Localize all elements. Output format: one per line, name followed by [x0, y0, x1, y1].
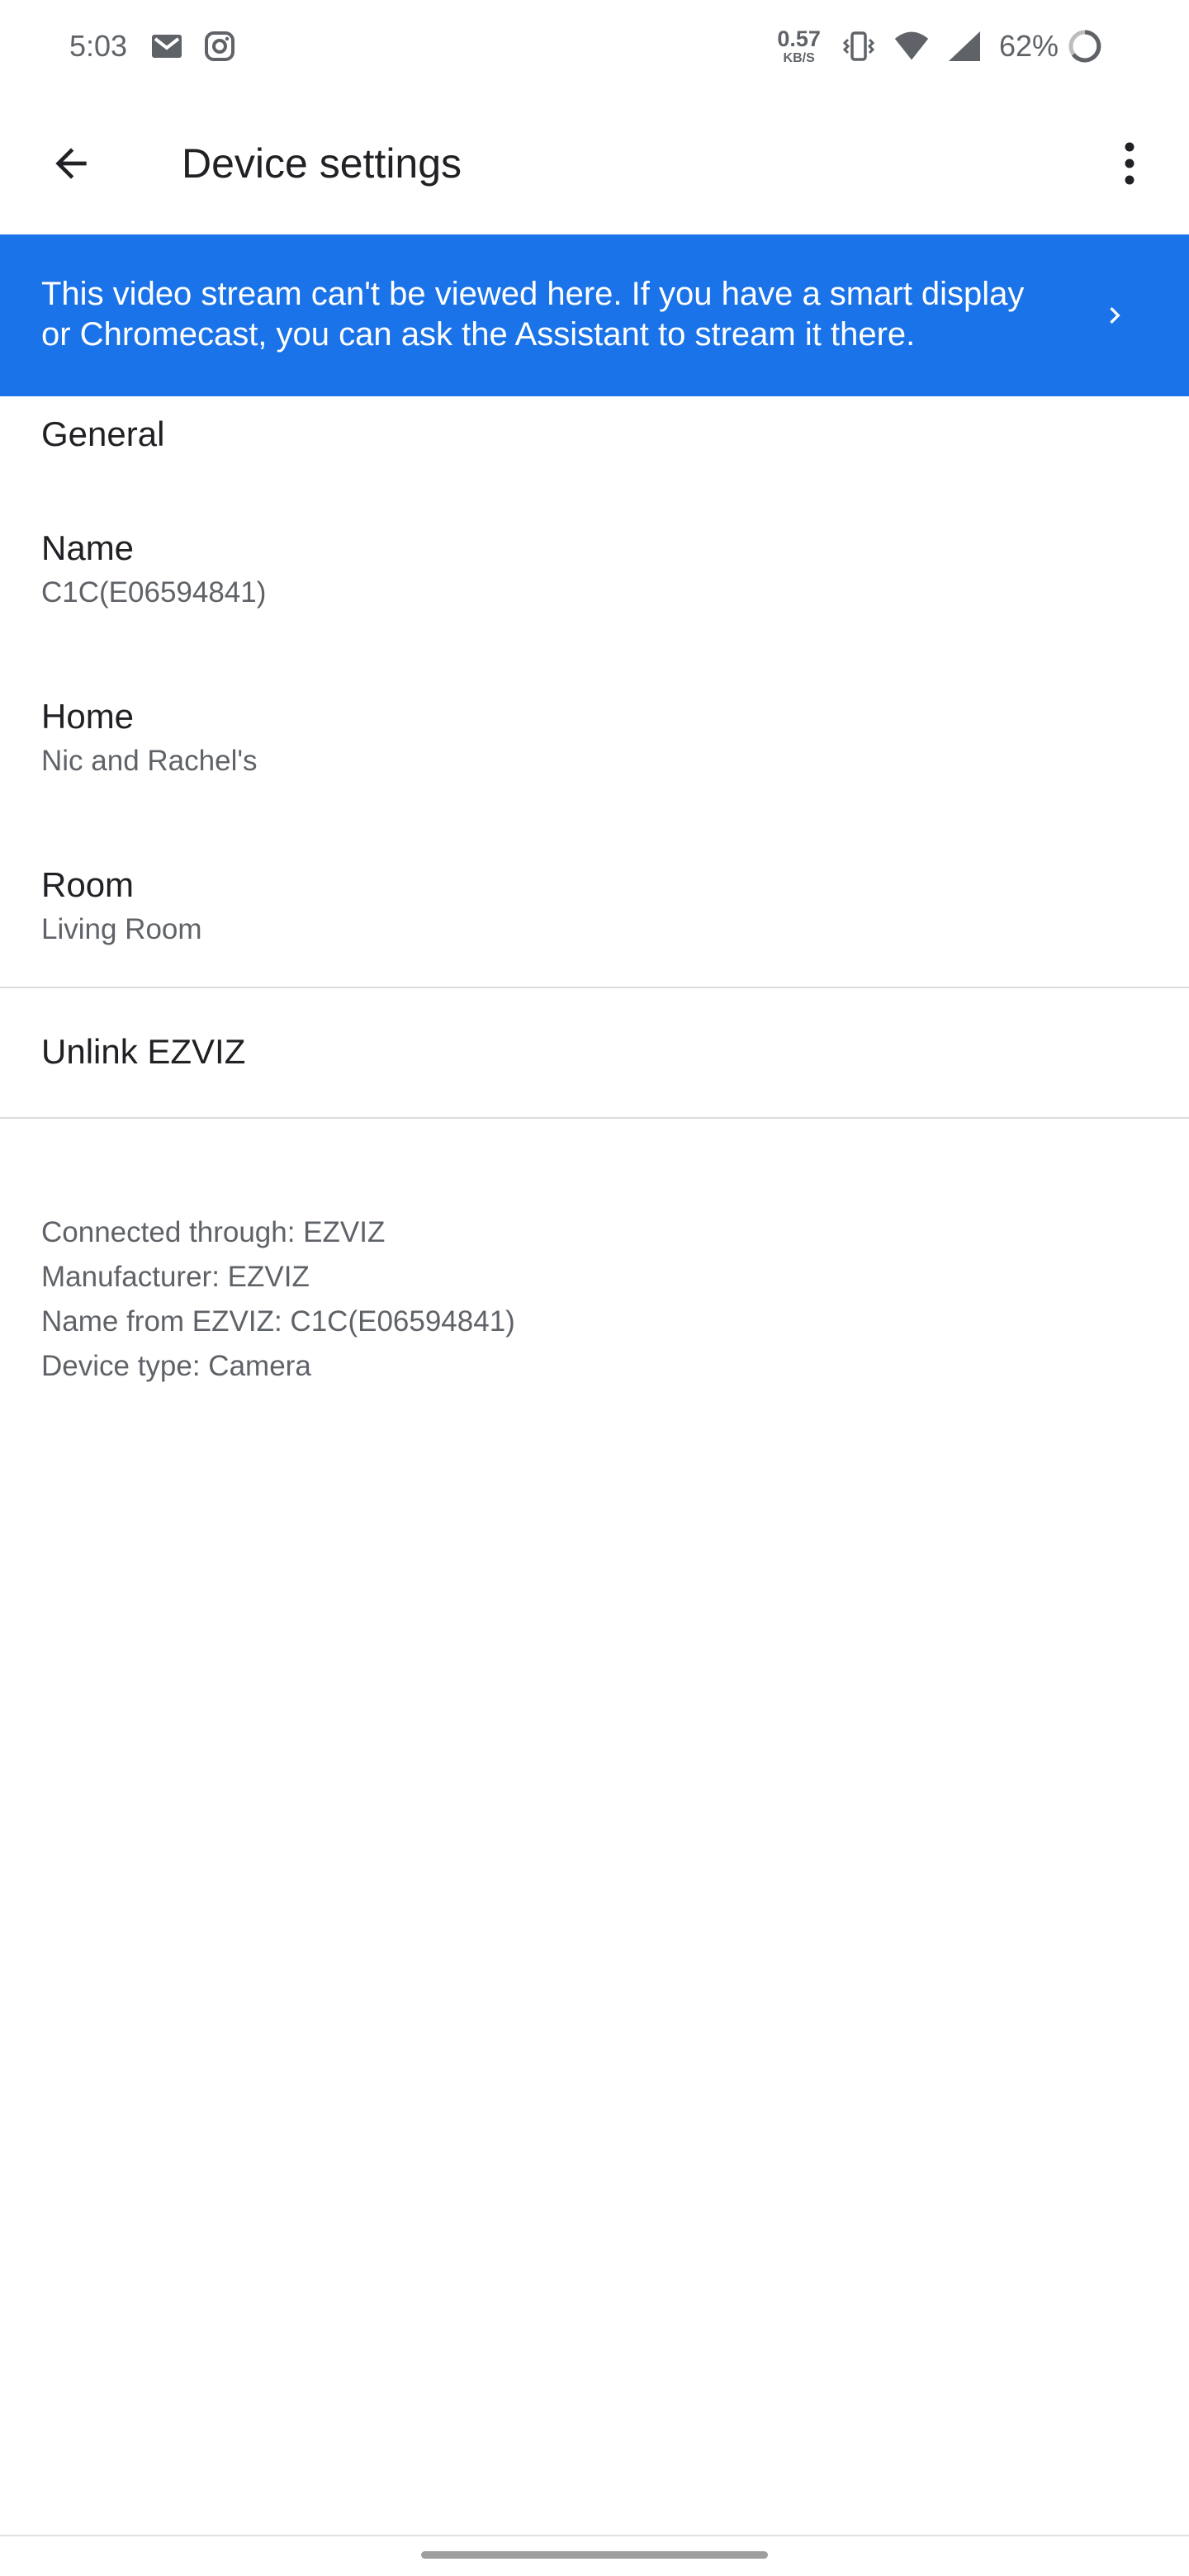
cellular-signal-icon — [946, 28, 983, 64]
device-info: Connected through: EZVIZ Manufacturer: E… — [41, 1210, 515, 1389]
info-name-from-ezviz: Name from EZVIZ: C1C(E06594841) — [41, 1305, 515, 1338]
battery-icon — [1067, 28, 1103, 64]
wifi-icon — [893, 28, 930, 64]
status-time: 5:03 — [69, 29, 128, 63]
chevron-right-icon — [1090, 291, 1139, 340]
info-manufacturer: Manufacturer: EZVIZ — [41, 1261, 310, 1293]
back-button[interactable] — [36, 129, 106, 198]
divider — [0, 987, 1189, 988]
instagram-icon — [201, 28, 238, 64]
gesture-nav-handle[interactable] — [421, 2551, 768, 2559]
more-vert-icon — [1125, 142, 1135, 185]
stream-unavailable-banner[interactable]: This video stream can't be viewed here. … — [0, 234, 1189, 396]
setting-name-value: C1C(E06594841) — [41, 576, 267, 608]
network-speed: 0.57 KB/S — [777, 26, 821, 65]
unlink-button[interactable]: Unlink EZVIZ — [0, 989, 1189, 1118]
setting-room-title: Room — [41, 865, 135, 904]
page-title: Device settings — [182, 140, 462, 187]
setting-room-value: Living Room — [41, 913, 202, 945]
network-speed-unit: KB/S — [783, 50, 815, 65]
setting-home-title: Home — [41, 697, 135, 736]
gmail-icon — [149, 28, 185, 64]
setting-home-value: Nic and Rachel's — [41, 745, 258, 777]
info-device-type: Device type: Camera — [41, 1350, 311, 1382]
status-bar: 5:03 0.57 KB/S 62% — [0, 0, 1189, 92]
vibrate-icon — [841, 28, 877, 64]
section-header-general: General — [41, 414, 165, 453]
status-right: 0.57 KB/S 62% — [777, 26, 1120, 65]
nav-bar-divider — [0, 2535, 1189, 2536]
setting-name[interactable]: Name C1C(E06594841) — [0, 528, 1189, 694]
divider — [0, 1117, 1189, 1119]
banner-message: This video stream can't be viewed here. … — [41, 276, 1025, 353]
app-bar: Device settings — [0, 92, 1189, 234]
info-connected-through: Connected through: EZVIZ — [41, 1216, 386, 1248]
setting-home[interactable]: Home Nic and Rachel's — [0, 697, 1189, 862]
more-options-button[interactable] — [1100, 129, 1159, 198]
network-speed-value: 0.57 — [777, 26, 821, 51]
unlink-label: Unlink EZVIZ — [41, 1032, 246, 1071]
setting-name-title: Name — [41, 528, 135, 567]
battery-percent: 62% — [998, 29, 1059, 63]
arrow-back-icon — [55, 148, 87, 179]
